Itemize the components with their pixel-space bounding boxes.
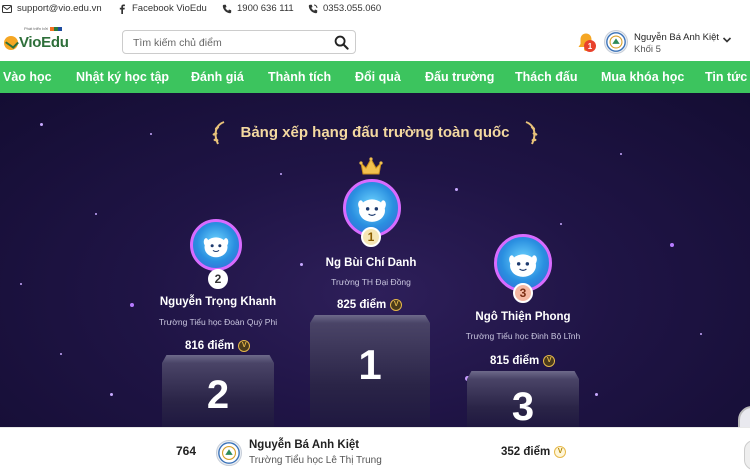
rank-badge-third: 3 [513, 283, 533, 303]
my-rank-number: 764 [176, 444, 197, 458]
mascot-avatar-icon [509, 254, 537, 277]
podium-block-first: 1 [310, 315, 430, 427]
second-place-avatar[interactable] [190, 219, 242, 271]
star-decoration [150, 133, 152, 135]
star-decoration [620, 153, 622, 155]
podium-block-second: 2 [162, 355, 274, 427]
leaderboard-stage: Bảng xếp hạng đấu trường toàn quốc 1 2 3… [0, 93, 750, 427]
nav-nhat-ky-hoc-tap[interactable]: Nhật ký học tập [76, 61, 169, 93]
coin-icon: V [554, 446, 567, 458]
nav-thanh-tich[interactable]: Thành tích [268, 61, 331, 93]
crown-icon [359, 157, 383, 175]
facebook-contact[interactable]: Facebook VioEdu [117, 3, 207, 14]
podium-number-second: 2 [206, 373, 230, 417]
contact-bar: support@vio.edu.vn Facebook VioEdu 1900 … [0, 0, 750, 20]
nav-thach-dau[interactable]: Thách đấu [515, 61, 578, 93]
school-emblem-icon [606, 32, 626, 52]
rank-badge-first: 1 [361, 227, 381, 247]
side-tab-button[interactable] [744, 440, 750, 470]
search-icon[interactable] [334, 35, 349, 50]
facebook-text: Facebook VioEdu [132, 3, 207, 14]
first-place-school: Trường TH Đại Đồng [331, 277, 411, 287]
star-decoration [40, 123, 43, 126]
user-avatar[interactable] [604, 30, 628, 54]
leaderboard-title: Bảng xếp hạng đấu trường toàn quốc [240, 124, 510, 141]
vioedu-logo[interactable]: Phát triển bởi VioEdu [4, 26, 69, 58]
coin-icon: V [238, 340, 251, 352]
chevron-down-icon[interactable] [722, 35, 732, 45]
mobile-contact[interactable]: 0353.055.060 [308, 3, 381, 14]
laurel-right-icon [525, 121, 538, 145]
star-decoration [95, 213, 97, 215]
star-decoration [130, 303, 134, 307]
facebook-icon [119, 4, 125, 14]
podium-number-first: 1 [358, 341, 382, 388]
leaderboard-header: Bảng xếp hạng đấu trường toàn quốc [210, 120, 540, 148]
user-name[interactable]: Nguyễn Bá Anh Kiệt [634, 32, 719, 43]
star-decoration [110, 393, 113, 396]
logo-check-icon [4, 35, 18, 50]
star-decoration [455, 188, 458, 191]
nav-vao-hoc[interactable]: Vào học [3, 61, 52, 93]
side-chat-widget[interactable] [738, 406, 750, 427]
star-decoration [20, 283, 22, 285]
podium-number-third: 3 [511, 385, 535, 427]
nav-danh-gia[interactable]: Đánh giá [191, 61, 244, 93]
mobile-text: 0353.055.060 [323, 3, 382, 14]
school-emblem-icon [218, 442, 240, 464]
hotline-contact[interactable]: 1900 636 111 [222, 3, 294, 14]
star-decoration [700, 333, 702, 335]
notification-badge: 1 [584, 40, 596, 52]
coin-icon: V [390, 299, 403, 311]
star-decoration [595, 393, 598, 396]
coin-icon: V [543, 355, 556, 367]
phone-icon [222, 4, 232, 13]
star-decoration [670, 243, 674, 247]
nav-mua-khoa-hoc[interactable]: Mua khóa học [601, 61, 684, 93]
star-decoration [60, 353, 62, 355]
hotline-text: 1900 636 111 [237, 3, 294, 14]
header: Phát triển bởi VioEdu 1 Nguyễn Bá Anh Ki… [0, 20, 750, 61]
podium-block-third: 3 [467, 371, 579, 427]
search-box [122, 30, 356, 54]
phone-call-icon [308, 4, 318, 13]
nav-doi-qua[interactable]: Đổi quà [355, 61, 401, 93]
second-place-name[interactable]: Nguyễn Trọng Khanh [148, 296, 288, 308]
fpt-logo-mark [49, 26, 62, 31]
my-score: 352 điểm V [501, 446, 567, 458]
second-place-score: 816 điểm V [185, 340, 251, 352]
star-decoration [560, 223, 562, 225]
nav-tin-tuc[interactable]: Tin tức [705, 61, 747, 93]
my-avatar[interactable] [216, 440, 242, 466]
logo-tagline: Phát triển bởi [24, 26, 62, 31]
rank-badge-second: 2 [208, 269, 228, 289]
email-contact[interactable]: support@vio.edu.vn [2, 3, 102, 14]
third-place-name[interactable]: Ngô Thiện Phong [458, 311, 588, 323]
logo-wordmark: VioEdu [4, 34, 69, 51]
mail-icon [2, 4, 12, 13]
nav-dau-truong[interactable]: Đấu trường [425, 61, 494, 93]
star-decoration [280, 173, 282, 175]
third-place-school: Trường Tiểu học Đinh Bộ Lĩnh [465, 331, 581, 341]
first-place-name[interactable]: Ng Bùi Chí Danh [312, 257, 430, 269]
mascot-avatar-icon [203, 237, 229, 258]
my-rank-row: 764 Nguyễn Bá Anh Kiệt Trường Tiểu học L… [0, 427, 750, 472]
my-school: Trường Tiểu học Lê Thị Trung [249, 455, 382, 466]
search-input[interactable] [133, 35, 328, 50]
star-decoration [300, 263, 303, 266]
third-place-score: 815 điểm V [490, 355, 556, 367]
my-name: Nguyễn Bá Anh Kiệt [249, 439, 360, 451]
main-nav: Vào học Nhật ký học tập Đánh giá Thành t… [0, 61, 750, 93]
email-text: support@vio.edu.vn [17, 3, 102, 14]
second-place-school: Trường Tiểu học Đoàn Quý Phi [158, 317, 278, 327]
user-grade: Khối 5 [634, 44, 661, 55]
first-place-score: 825 điểm V [337, 299, 403, 311]
